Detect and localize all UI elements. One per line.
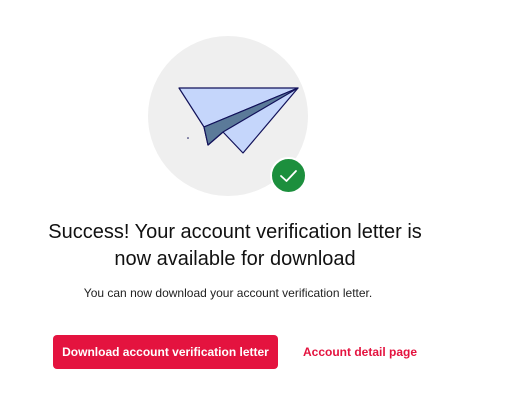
success-illustration (148, 36, 308, 196)
success-badge (270, 157, 307, 194)
success-subtitle: You can now download your account verifi… (83, 286, 373, 300)
check-icon (280, 170, 297, 182)
download-letter-button[interactable]: Download account verification letter (53, 335, 278, 369)
success-title: Success! Your account verification lette… (48, 221, 422, 270)
account-detail-link[interactable]: Account detail page (300, 335, 420, 369)
